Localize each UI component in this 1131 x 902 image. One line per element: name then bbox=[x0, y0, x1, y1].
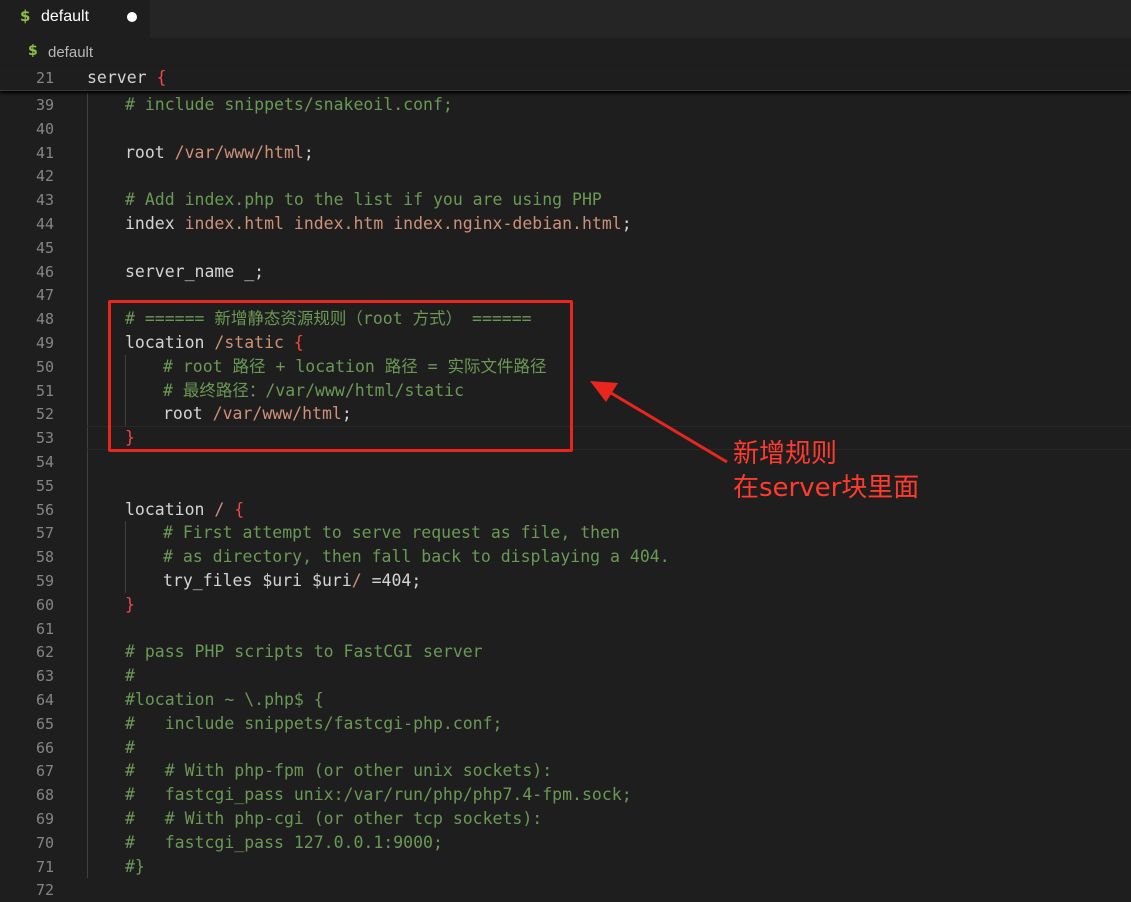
arrow-shaft bbox=[605, 388, 728, 464]
arrow-head bbox=[590, 381, 618, 402]
annotation-line-2: 在server块里面 bbox=[733, 473, 920, 503]
annotation-text: 新增规则 在server块里面 bbox=[733, 437, 919, 505]
annotation-arrow bbox=[590, 381, 728, 464]
annotation-line-1: 新增规则 bbox=[733, 439, 838, 469]
